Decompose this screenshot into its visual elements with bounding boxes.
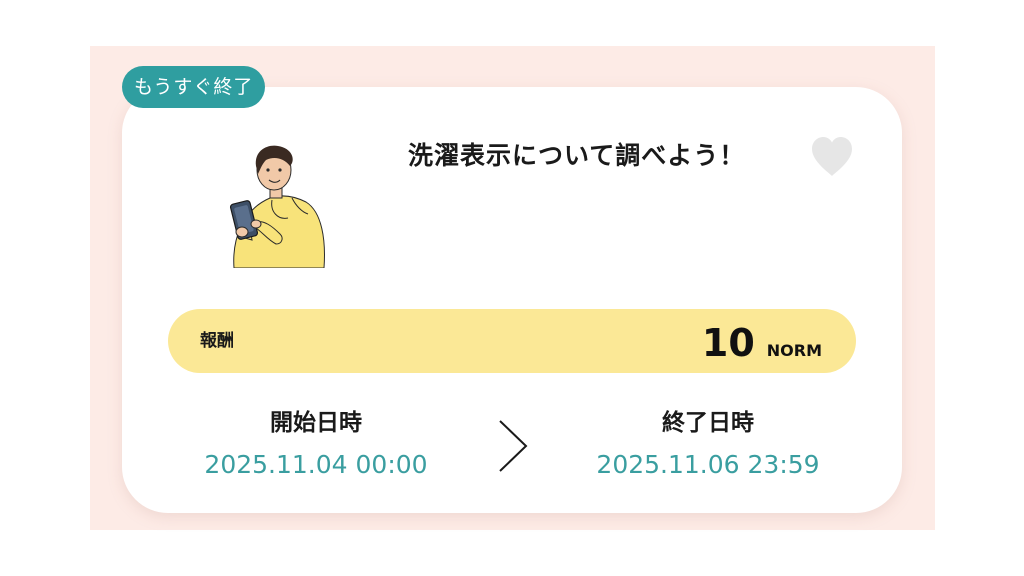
reward-label: 報酬 (200, 331, 234, 351)
start-date-value: 2025.11.04 00:00 (204, 450, 428, 479)
start-date-block: 開始日時 2025.11.04 00:00 (166, 408, 466, 482)
start-date-label: 開始日時 (270, 410, 362, 436)
person-with-phone-illustration (229, 145, 325, 268)
reward-value: 10 NORM (702, 309, 822, 373)
end-date-block: 終了日時 2025.11.06 23:59 (558, 408, 858, 482)
task-title: 洗濯表示について調べよう！ (408, 141, 746, 170)
reward-unit: NORM (766, 341, 822, 360)
end-date-value: 2025.11.06 23:59 (596, 450, 820, 479)
chevron-right-icon (499, 420, 528, 472)
reward-amount: 10 (701, 321, 755, 365)
heart-icon[interactable] (808, 134, 856, 178)
reward-bar: 報酬 10 NORM (168, 309, 856, 373)
end-date-label: 終了日時 (662, 410, 754, 436)
ending-soon-badge: もうすぐ終了 (122, 66, 266, 108)
